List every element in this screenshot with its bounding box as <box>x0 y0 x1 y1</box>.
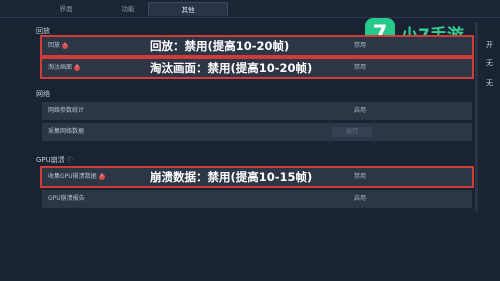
setting-row-collect-network-data[interactable]: 采集网络数据 运行 <box>42 123 472 141</box>
setting-label: 采集网络数据 <box>48 128 85 135</box>
tab-other[interactable]: 其他 <box>148 2 228 16</box>
setting-value[interactable]: 禁用 <box>354 59 366 77</box>
right-panel-text: 无 <box>486 79 493 87</box>
section-title-replay: 回放 <box>36 27 50 35</box>
setting-row-replay[interactable]: 回放! 回放：禁用(提高10-20帧) 禁用 <box>42 37 472 55</box>
annotation-text: 崩溃数据：禁用(提高10-15帧) <box>150 170 313 184</box>
tab-bar: 界面 功能 其他 <box>0 0 500 18</box>
annotation-text: 回放：禁用(提高10-20帧) <box>150 39 290 53</box>
right-panel-text: 开 <box>486 41 493 49</box>
setting-row-network-stats[interactable]: 网络参数统计 启用 <box>42 102 472 120</box>
setting-row-elimination-screen[interactable]: 淘汰画面? 淘汰画面：禁用(提高10-20帧) 禁用 <box>42 59 472 77</box>
section-title-gpu-crash: GPU崩溃 ⓘ <box>36 156 73 164</box>
info-badge-icon: ? <box>98 173 105 180</box>
setting-label: 网络参数统计 <box>48 107 85 114</box>
setting-value[interactable]: 禁用 <box>354 37 366 55</box>
setting-label: 回放! <box>48 37 69 55</box>
right-panel-text: 无 <box>486 59 493 67</box>
scrollbar[interactable] <box>475 22 478 212</box>
info-badge-icon: ? <box>74 64 81 71</box>
setting-value[interactable]: 禁用 <box>354 168 366 186</box>
annotation-text: 淘汰画面：禁用(提高10-20帧) <box>150 61 313 75</box>
setting-value[interactable]: 启用 <box>354 102 366 120</box>
setting-label: 收集GPU崩溃数据? <box>48 173 105 180</box>
setting-value[interactable]: 启用 <box>354 190 366 208</box>
setting-label: GPU崩溃报告 <box>48 195 85 202</box>
run-button[interactable]: 运行 <box>332 127 372 137</box>
setting-label: 淘汰画面? <box>48 64 81 71</box>
right-panel-clipped: 开 无 无 <box>484 0 500 281</box>
info-icon: ⓘ <box>66 157 73 164</box>
section-title-network: 网络 <box>36 90 50 98</box>
setting-row-gpu-crash-report[interactable]: GPU崩溃报告 启用 <box>42 190 472 208</box>
info-badge-icon: ! <box>62 42 69 49</box>
setting-row-collect-gpu-crash[interactable]: 收集GPU崩溃数据? 崩溃数据：禁用(提高10-15帧) 禁用 <box>42 168 472 186</box>
